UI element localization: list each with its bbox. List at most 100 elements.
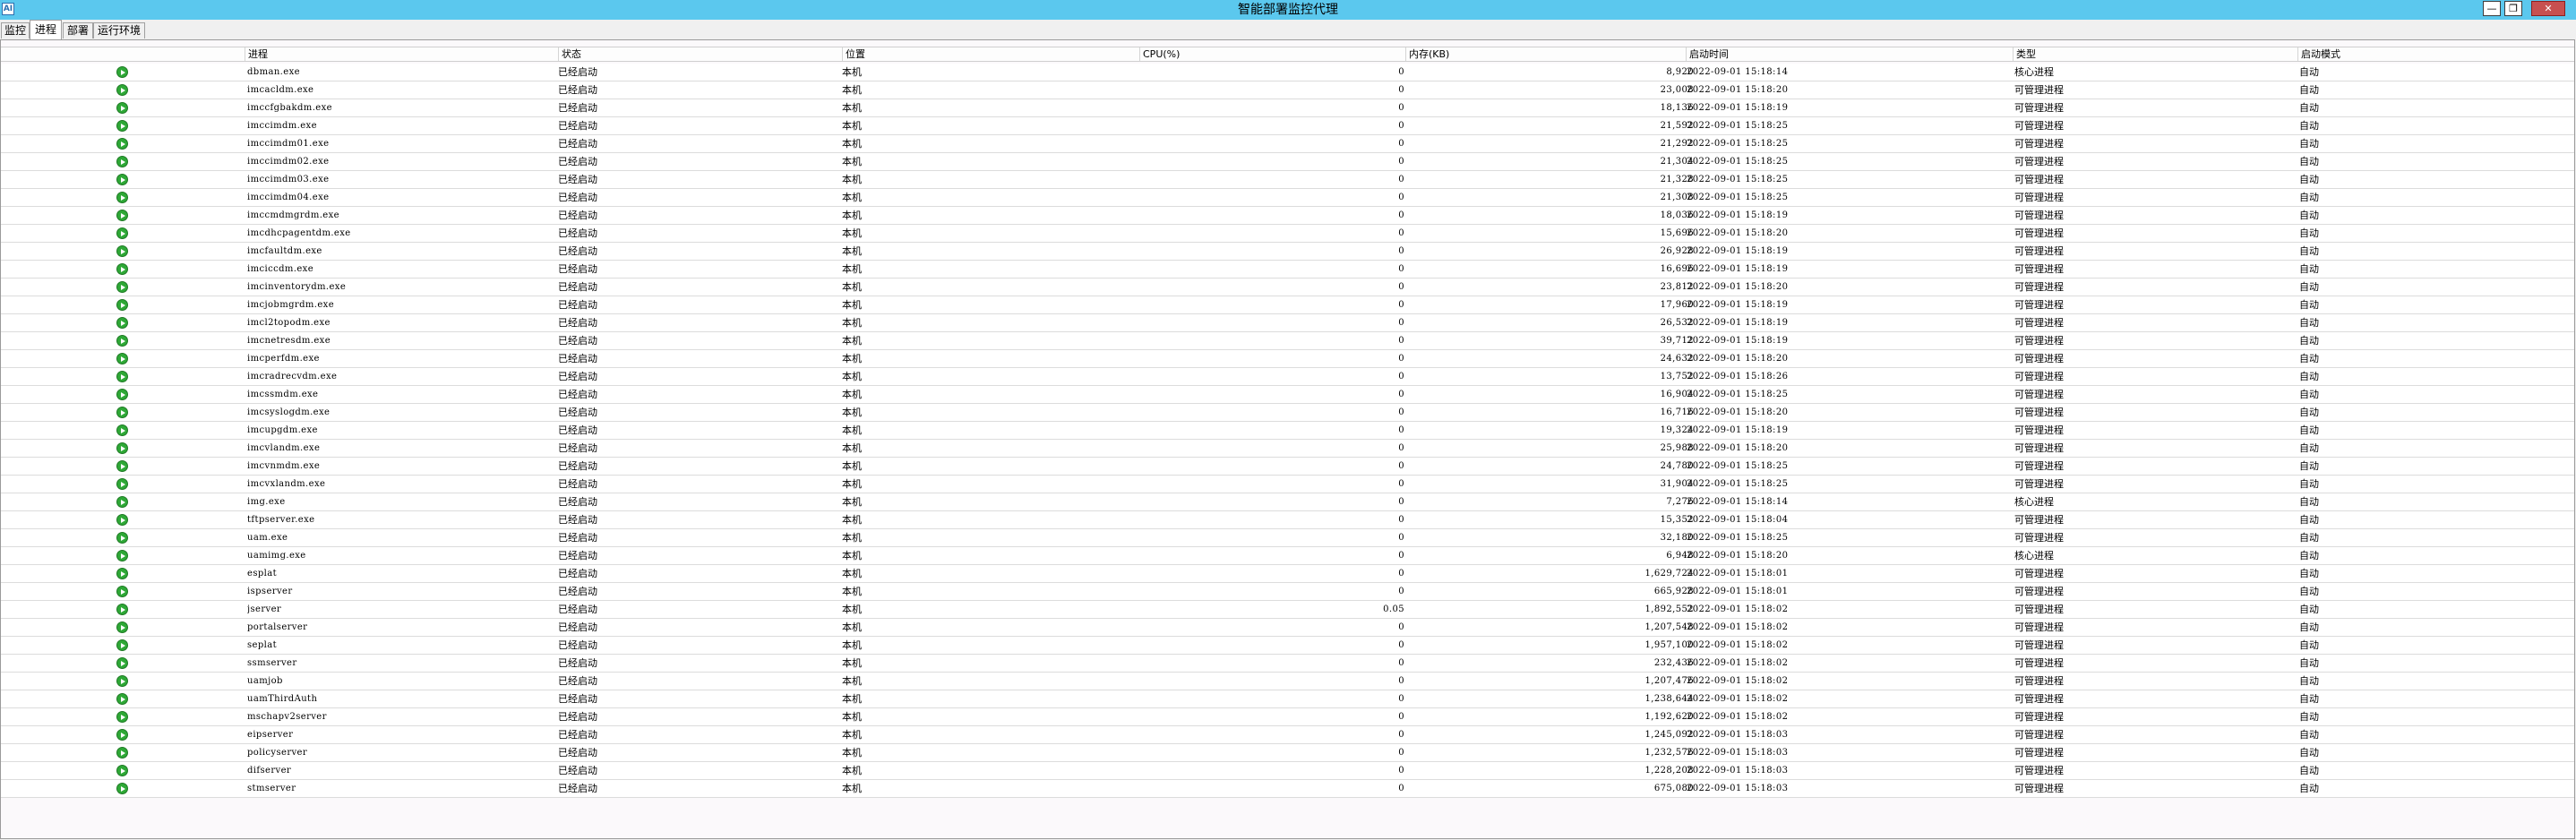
process-row[interactable]: imcl2topodm.exe 已经启动 本机 0 26,532 2022-09-01 1… — [1, 314, 2574, 332]
start-time-cell: 2022-09-01 15:18:20 — [1687, 551, 1789, 561]
process-row[interactable]: imccimdm02.exe 已经启动 本机 0 21,304 2022-09-01 15… — [1, 153, 2574, 171]
col-header-location[interactable]: 位置 — [842, 47, 1139, 61]
type-cell: 可管理进程 — [2014, 657, 2064, 669]
process-name-cell: imcssmdm.exe — [247, 390, 319, 399]
process-row[interactable]: imccmdmgrdm.exe 已经启动 本机 0 18,036 2022-09-01 1… — [1, 207, 2574, 225]
process-row[interactable]: imcsyslogdm.exe 已经启动 本机 0 16,716 2022-09-01 1… — [1, 404, 2574, 422]
process-row[interactable]: imccimdm04.exe 已经启动 本机 0 21,308 2022-09-01 15… — [1, 189, 2574, 207]
tab-deploy[interactable]: 部署 — [63, 22, 93, 39]
process-row[interactable]: tftpserver.exe 已经启动 本机 0 15,352 2022-09-01 15… — [1, 511, 2574, 529]
status-cell: 已经启动 — [558, 245, 597, 257]
start-mode-cell: 自动 — [2299, 729, 2319, 741]
status-cell: 已经启动 — [558, 192, 597, 203]
type-cell: 可管理进程 — [2014, 514, 2064, 526]
cpu-cell: 0 — [1398, 103, 1404, 113]
process-row[interactable]: imcdhcpagentdm.exe 已经启动 本机 0 15,696 2022-09-0… — [1, 225, 2574, 243]
process-row[interactable]: dbman.exe 已经启动 本机 0 8,920 2022-09-01 15:18:14… — [1, 64, 2574, 81]
location-cell: 本机 — [842, 192, 862, 203]
tab-monitor[interactable]: 监控 — [1, 22, 30, 39]
close-button[interactable]: ✕ — [2531, 1, 2565, 16]
process-row[interactable]: imcssmdm.exe 已经启动 本机 0 16,904 2022-09-01 15:1… — [1, 386, 2574, 404]
col-header-start-mode[interactable]: 启动模式 — [2297, 47, 2574, 61]
tab-process[interactable]: 进程 — [30, 20, 62, 39]
process-row[interactable]: imcradrecvdm.exe 已经启动 本机 0 13,752 2022-09-01 … — [1, 368, 2574, 386]
running-status-icon — [116, 442, 128, 454]
process-row[interactable]: imcinventorydm.exe 已经启动 本机 0 23,812 2022-09-0… — [1, 279, 2574, 296]
location-cell: 本机 — [842, 424, 862, 436]
col-header-cpu[interactable]: CPU(%) — [1139, 47, 1405, 61]
cpu-cell: 0 — [1398, 640, 1404, 650]
start-time-cell: 2022-09-01 15:18:19 — [1687, 264, 1789, 274]
start-time-cell: 2022-09-01 15:18:25 — [1687, 139, 1789, 149]
process-row[interactable]: policyserver 已经启动 本机 0 1,232,576 2022-09-01 1… — [1, 744, 2574, 762]
memory-cell: 7,276 — [1666, 497, 1694, 507]
memory-cell: 21,328 — [1660, 175, 1694, 184]
process-row[interactable]: difserver 已经启动 本机 0 1,228,208 2022-09-01 15:1… — [1, 762, 2574, 780]
process-row[interactable]: imccfgbakdm.exe 已经启动 本机 0 18,136 2022-09-01 1… — [1, 99, 2574, 117]
process-row[interactable]: imcvnmdm.exe 已经启动 本机 0 24,780 2022-09-01 15:1… — [1, 458, 2574, 476]
memory-cell: 1,232,576 — [1644, 748, 1694, 758]
process-row[interactable]: imcvxlandm.exe 已经启动 本机 0 31,904 2022-09-01 15… — [1, 476, 2574, 493]
process-row[interactable]: eipserver 已经启动 本机 0 1,245,092 2022-09-01 15:1… — [1, 726, 2574, 744]
type-cell: 可管理进程 — [2014, 711, 2064, 723]
process-row[interactable]: imciccdm.exe 已经启动 本机 0 16,696 2022-09-01 15:1… — [1, 261, 2574, 279]
start-mode-cell: 自动 — [2299, 460, 2319, 472]
process-grid[interactable]: 进程 状态 位置 CPU(%) 内存(KB) 启动时间 类型 启动模式 dbma… — [0, 39, 2575, 839]
cpu-cell: 0 — [1398, 282, 1404, 292]
memory-cell: 32,180 — [1660, 533, 1694, 543]
running-status-icon — [116, 460, 128, 472]
process-row[interactable]: imcvlandm.exe 已经启动 本机 0 25,988 2022-09-01 15:… — [1, 440, 2574, 458]
process-name-cell: imcradrecvdm.exe — [247, 372, 338, 381]
col-header-status[interactable]: 状态 — [558, 47, 842, 61]
process-row[interactable]: uam.exe 已经启动 本机 0 32,180 2022-09-01 15:18:25 可… — [1, 529, 2574, 547]
col-header-start-time[interactable]: 启动时间 — [1686, 47, 2013, 61]
start-mode-cell: 自动 — [2299, 84, 2319, 96]
process-row[interactable]: imccimdm03.exe 已经启动 本机 0 21,328 2022-09-01 15… — [1, 171, 2574, 189]
type-cell: 核心进程 — [2014, 66, 2054, 78]
process-row[interactable]: uamThirdAuth 已经启动 本机 0 1,238,644 2022-09-01 1… — [1, 690, 2574, 708]
process-row[interactable]: imccimdm01.exe 已经启动 本机 0 21,292 2022-09-01 15… — [1, 135, 2574, 153]
restore-button[interactable]: ❐ — [2504, 1, 2522, 16]
process-row[interactable]: jserver 已经启动 本机 0.05 1,892,552 2022-09-01 15:… — [1, 601, 2574, 619]
process-row[interactable]: imccimdm.exe 已经启动 本机 0 21,592 2022-09-01 15:1… — [1, 117, 2574, 135]
start-time-cell: 2022-09-01 15:18:25 — [1687, 461, 1789, 471]
process-row[interactable]: esplat 已经启动 本机 0 1,629,724 2022-09-01 15:18:0… — [1, 565, 2574, 583]
tab-runtime-env[interactable]: 运行环境 — [93, 22, 145, 39]
process-row[interactable]: uamimg.exe 已经启动 本机 0 6,948 2022-09-01 15:18:2… — [1, 547, 2574, 565]
process-row[interactable]: img.exe 已经启动 本机 0 7,276 2022-09-01 15:18:14 核心… — [1, 493, 2574, 511]
start-mode-cell: 自动 — [2299, 675, 2319, 687]
process-row[interactable]: imcjobmgrdm.exe 已经启动 本机 0 17,960 2022-09-01 1… — [1, 296, 2574, 314]
cpu-cell: 0 — [1398, 533, 1404, 543]
running-status-icon — [116, 174, 128, 185]
process-row[interactable]: imcnetresdm.exe 已经启动 本机 0 39,712 2022-09-01 1… — [1, 332, 2574, 350]
running-status-icon — [116, 407, 128, 418]
col-header-process[interactable]: 进程 — [245, 47, 558, 61]
process-row[interactable]: portalserver 已经启动 本机 0 1,207,548 2022-09-01 1… — [1, 619, 2574, 637]
process-row[interactable]: imcperfdm.exe 已经启动 本机 0 24,632 2022-09-01 15:… — [1, 350, 2574, 368]
process-row[interactable]: uamjob 已经启动 本机 0 1,207,476 2022-09-01 15:18:0… — [1, 673, 2574, 690]
type-cell: 可管理进程 — [2014, 299, 2064, 311]
process-row[interactable]: imcacldm.exe 已经启动 本机 0 23,008 2022-09-01 15:1… — [1, 81, 2574, 99]
start-mode-cell: 自动 — [2299, 371, 2319, 382]
memory-cell: 24,632 — [1660, 354, 1694, 364]
process-row[interactable]: imcfaultdm.exe 已经启动 本机 0 26,928 2022-09-01 15… — [1, 243, 2574, 261]
process-row[interactable]: ispserver 已经启动 本机 0 665,928 2022-09-01 15:18:… — [1, 583, 2574, 601]
process-row[interactable]: ssmserver 已经启动 本机 0 232,436 2022-09-01 15:18:… — [1, 655, 2574, 673]
process-name-cell: ispserver — [247, 587, 293, 596]
col-header-type[interactable]: 类型 — [2013, 47, 2297, 61]
start-time-cell: 2022-09-01 15:18:02 — [1687, 622, 1789, 632]
minimize-button[interactable]: — — [2483, 1, 2501, 16]
process-row[interactable]: stmserver 已经启动 本机 0 675,080 2022-09-01 15:18:… — [1, 780, 2574, 798]
start-mode-cell: 自动 — [2299, 281, 2319, 293]
status-cell: 已经启动 — [558, 747, 597, 759]
process-row[interactable]: seplat 已经启动 本机 0 1,957,100 2022-09-01 15:18:0… — [1, 637, 2574, 655]
start-mode-cell: 自动 — [2299, 353, 2319, 364]
status-cell: 已经启动 — [558, 102, 597, 114]
col-header-memory[interactable]: 内存(KB) — [1405, 47, 1686, 61]
location-cell: 本机 — [842, 657, 862, 669]
process-row[interactable]: mschapv2server 已经启动 本机 0 1,192,620 2022-09-01… — [1, 708, 2574, 726]
process-name-cell: uamimg.exe — [247, 551, 306, 561]
location-cell: 本机 — [842, 371, 862, 382]
process-row[interactable]: imcupgdm.exe 已经启动 本机 0 19,324 2022-09-01 15:1… — [1, 422, 2574, 440]
running-status-icon — [116, 586, 128, 597]
